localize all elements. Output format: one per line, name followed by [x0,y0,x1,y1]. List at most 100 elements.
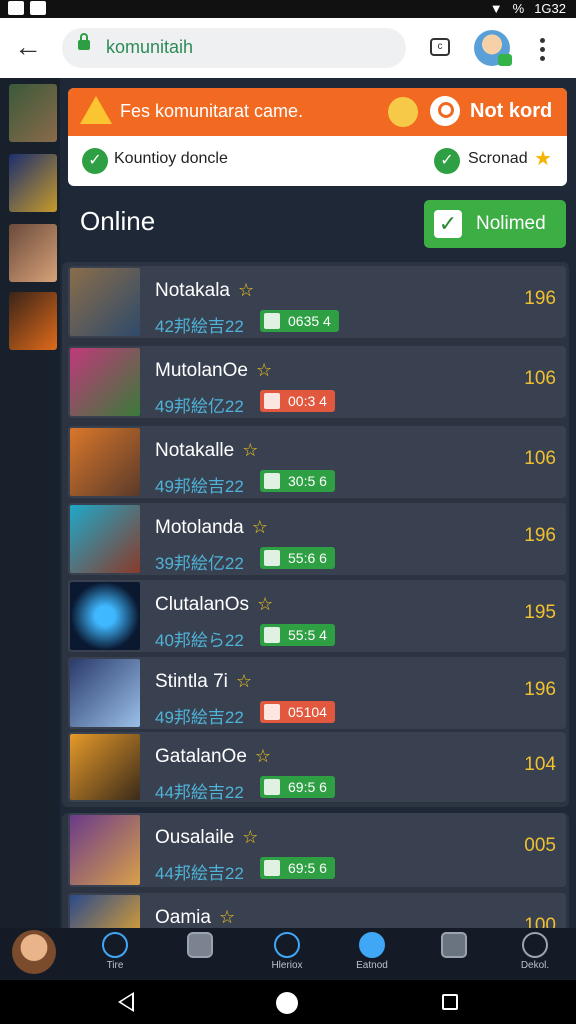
status-badge: 0635 4 [260,310,339,332]
star-icon: ☆ [254,746,272,766]
online-filter-label: Nolimed [476,213,546,234]
status-badge: 30:5 6 [260,470,335,492]
game-score: 106 [524,368,556,389]
url-text: komunitaih [106,37,194,57]
banner-right-option[interactable]: Scronad [468,150,528,168]
robot-icon [187,932,213,958]
nav-item-tire[interactable]: Tire [90,932,140,971]
list-item[interactable]: MutolanOe ☆ 49邦絵亿22 00:3 4 106 [68,346,566,418]
clock: 1G32 [534,1,566,16]
pulse-icon [30,1,46,15]
nav-item-hleriox[interactable]: Hleriox [262,932,312,971]
star-icon: ☆ [242,827,259,847]
home-icon[interactable] [276,992,298,1014]
game-subtitle: 44邦絵吉22 [155,864,244,883]
list-item[interactable]: ClutalanOs ☆ 40邦絵ら22 55:5 4 195 [68,580,566,652]
game-score: 196 [524,525,556,546]
list-item[interactable]: Ousalaile ☆ 44邦絵吉22 69:5 6 005 [68,813,566,887]
thumbnail[interactable] [9,292,57,350]
list-item[interactable]: Notakalle ☆ 49邦絵吉22 30:5 6 106 [68,426,566,498]
status-badge: 55:6 6 [260,547,335,569]
game-name: MutolanOe [155,360,248,381]
status-badge: 69:5 6 [260,776,335,798]
list-item[interactable]: Motolanda ☆ 39邦絵亿22 55:6 6 196 [68,503,566,575]
game-name: ClutalanOs [155,594,249,615]
banner-left-option[interactable]: Kountioy doncle [114,150,228,168]
game-subtitle: 42邦絵吉22 [155,317,244,336]
nav-label: Hleriox [271,960,303,971]
game-list: Notakala ☆ 42邦絵吉22 0635 4 196 MutolanOe ☆ … [62,262,569,807]
system-navigation-bar [0,980,576,1024]
star-icon: ☆ [255,360,273,380]
game-art [70,734,140,800]
game-score: 196 [524,288,556,309]
emoji-icon [388,97,418,127]
status-badge: 69:5 6 [260,857,335,879]
search-icon [522,932,548,958]
nav-label: Dekol. [520,960,550,971]
thumbnail[interactable] [9,84,57,142]
game-name: GatalanOe [155,746,247,767]
back-arrow-icon[interactable]: ← [14,33,44,62]
online-filter-button[interactable]: ✓ Nolimed [424,200,566,248]
nav-label: Eatnod [356,960,388,971]
game-subtitle: 49邦絵吉22 [155,708,244,727]
check-icon: ✓ [82,148,108,174]
game-art [70,348,140,416]
recents-icon[interactable] [442,994,458,1010]
nav-item-eatnod[interactable]: Eatnod [347,932,397,971]
thumbnail[interactable] [9,224,57,282]
game-art [70,895,140,931]
banner-title: Fes komunitarat came. [120,101,304,121]
game-name: Ousalaile [155,827,235,848]
banner-action-button[interactable]: Not kord [470,100,552,123]
account-avatar[interactable] [474,30,512,66]
game-name: Notakala [155,280,230,301]
list-item[interactable]: Notakala ☆ 42邦絵吉22 0635 4 196 [68,266,566,338]
nav-item-robot[interactable] [175,932,225,960]
lock-icon [78,33,90,50]
star-icon: ☆ [242,440,259,460]
more-menu-icon[interactable] [540,38,546,65]
nav-item-dekol[interactable]: Dekol. [510,932,560,971]
star-icon: ☆ [235,671,253,691]
game-subtitle: 49邦絵吉22 [155,477,244,496]
image-icon [8,1,24,15]
list-item[interactable]: Stintla 7i ☆ 49邦絵吉22 05104 196 [68,657,566,729]
game-name: Motolanda [155,517,244,538]
back-icon[interactable] [118,992,134,1012]
search-icon [102,932,128,958]
list-item[interactable]: GatalanOe ☆ 44邦絵吉22 69:5 6 104 [68,732,566,802]
star-icon: ☆ [238,280,255,300]
address-bar[interactable]: komunitaih [62,28,406,68]
avatar[interactable] [12,930,56,974]
tab-switcher-button[interactable]: c [430,38,450,56]
community-banner: Fes komunitarat came. Not kord ✓ Kountio… [68,88,567,186]
game-badge-icon [498,54,512,66]
game-art [70,268,140,336]
wifi-icon: ▼ [489,1,503,16]
game-score: 005 [524,835,556,856]
check-icon: ✓ [434,210,462,238]
status-badge: 00:3 4 [260,390,335,412]
status-badge: 05104 [260,701,335,723]
game-art [70,815,140,885]
dice-icon [441,932,467,958]
nav-label: Tire [106,960,124,971]
game-art [70,428,140,496]
section-heading: Online [80,206,156,236]
game-score: 196 [524,679,556,700]
game-art [70,582,140,650]
star-icon: ☆ [218,907,236,927]
game-score: 106 [524,448,556,469]
game-subtitle: 39邦絵亿22 [155,554,244,573]
game-subtitle: 40邦絵ら22 [155,631,244,650]
status-badge: 55:5 4 [260,624,335,646]
user-icon [430,96,460,126]
star-icon: ★ [534,148,552,170]
game-name: Stintla 7i [155,671,228,692]
list-item[interactable]: Oamia ☆ 100 [68,893,566,933]
thumbnail[interactable] [9,154,57,212]
game-art [70,505,140,573]
nav-item-dice[interactable] [429,932,479,960]
